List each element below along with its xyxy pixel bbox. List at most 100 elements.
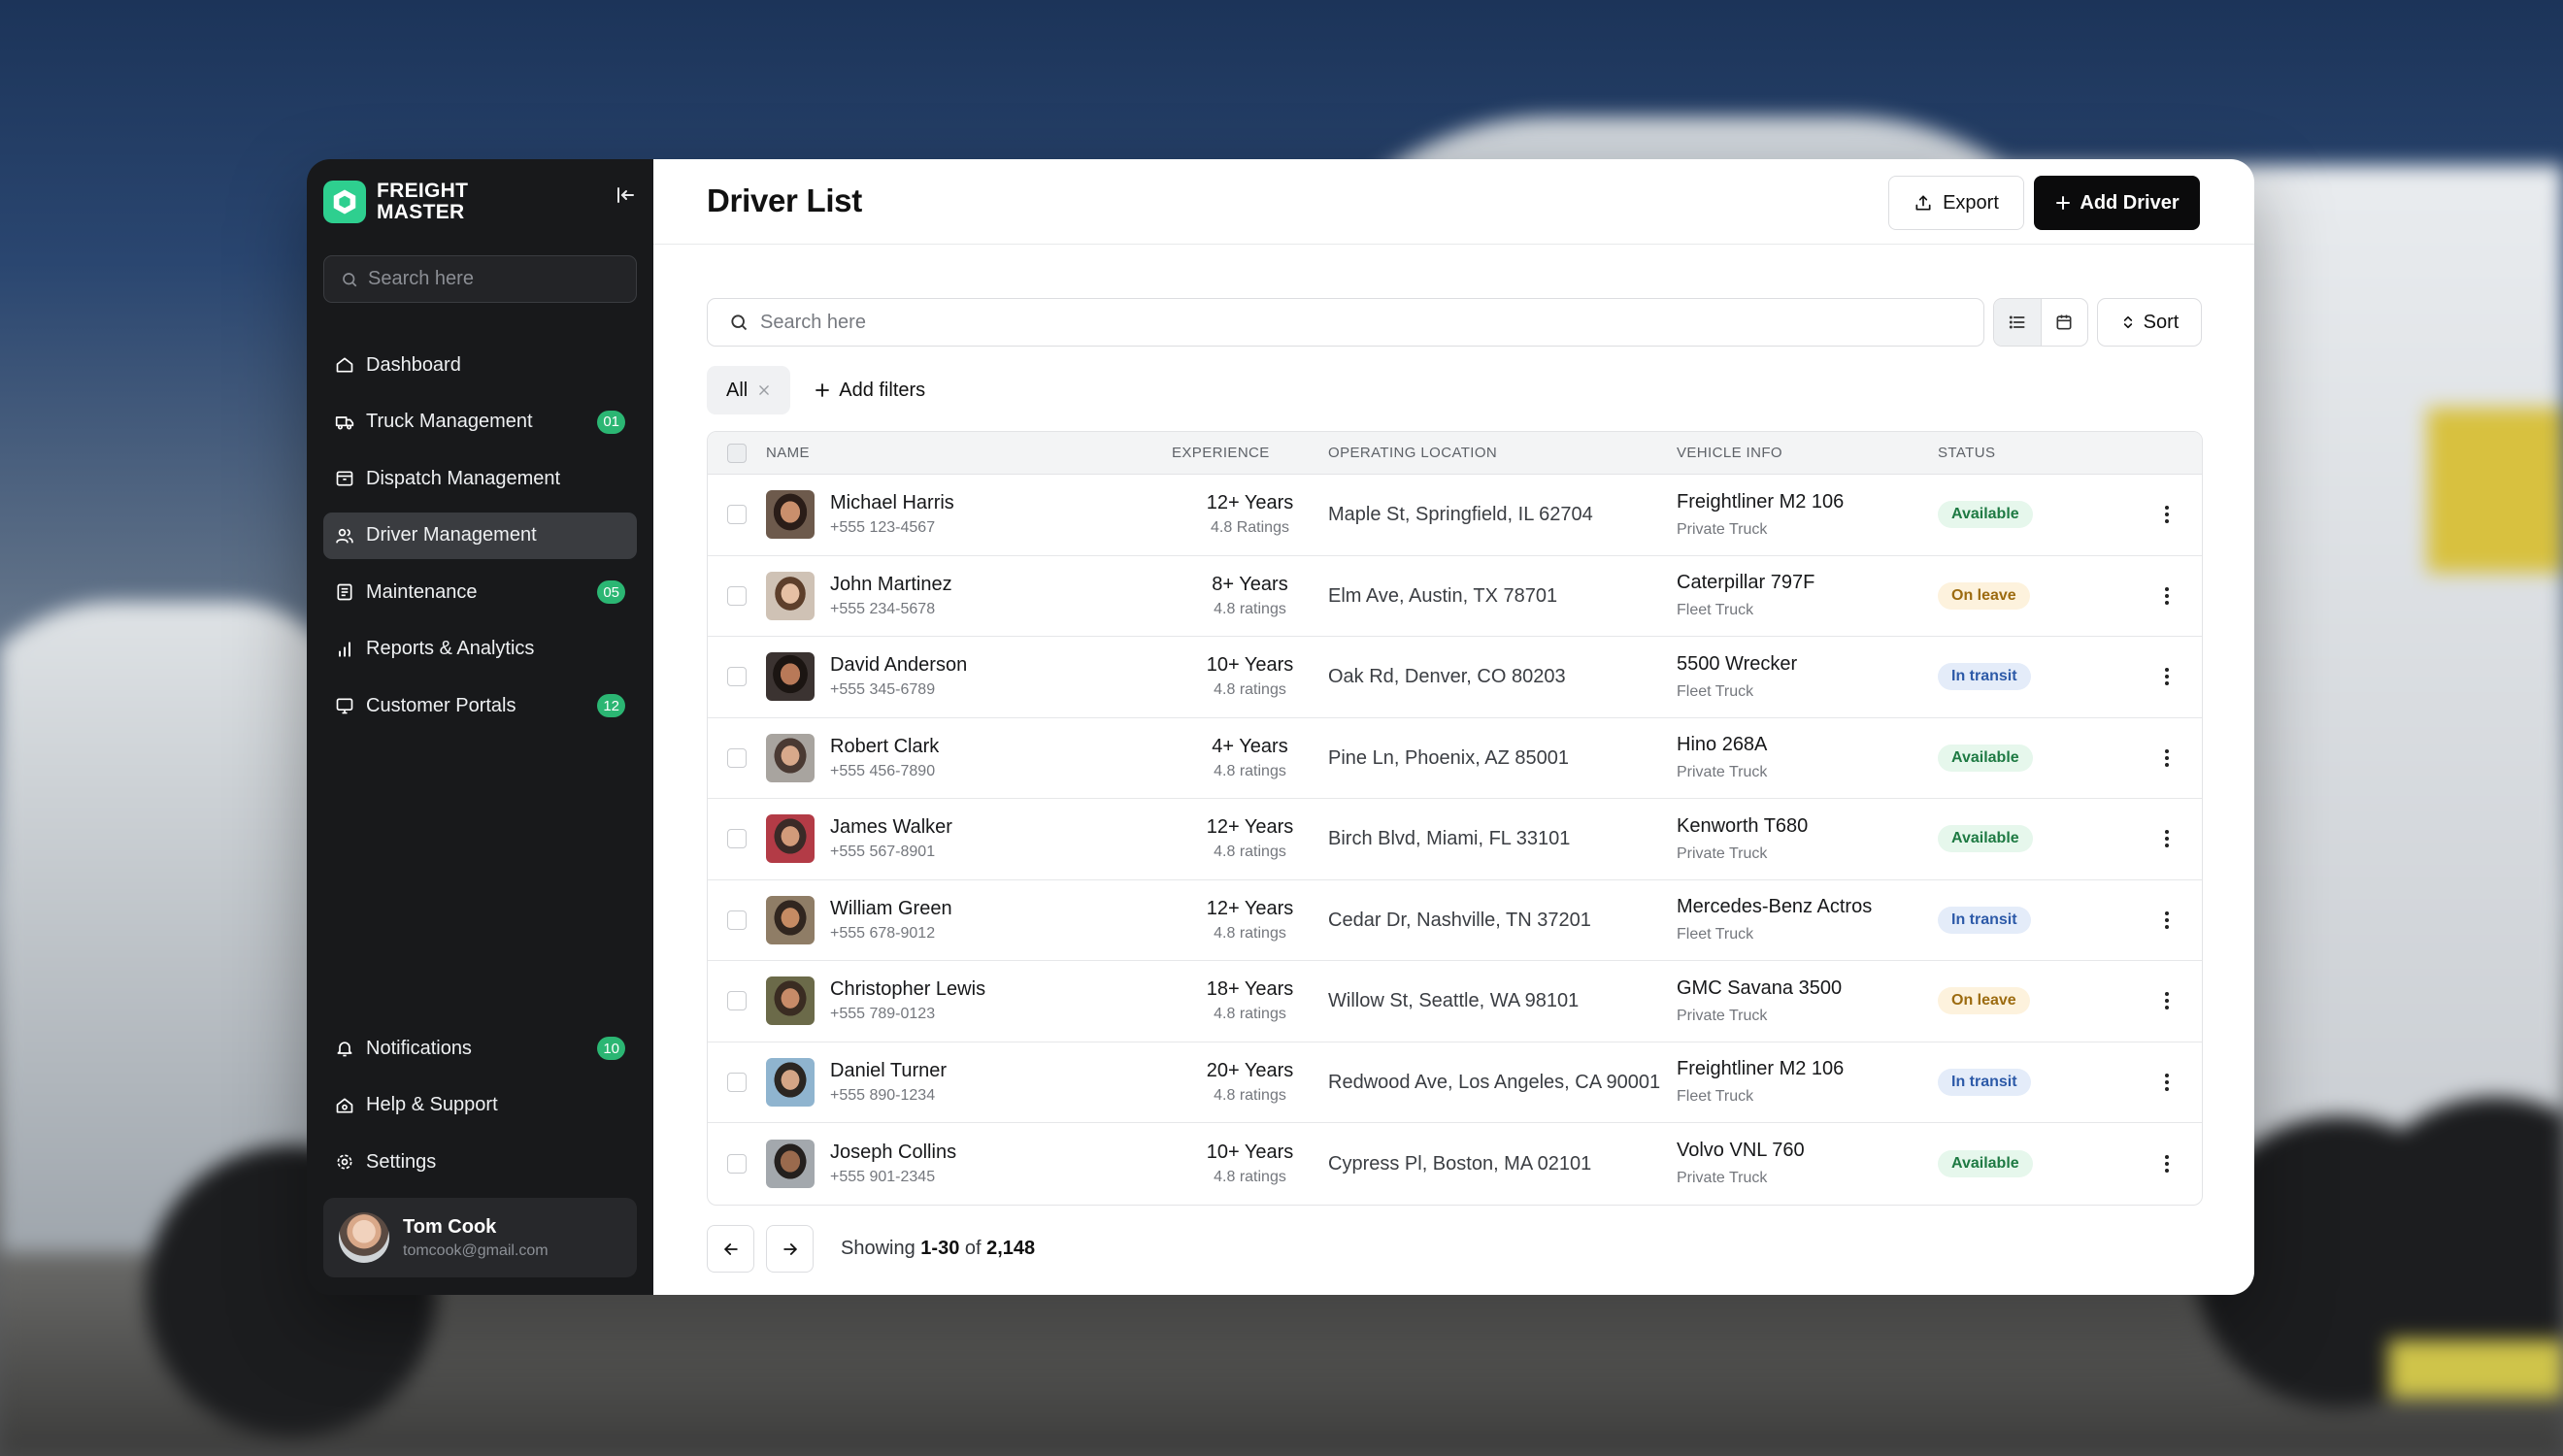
add-driver-button[interactable]: Add Driver (2034, 176, 2200, 230)
driver-photo (766, 490, 815, 540)
sidebar-item-maintenance[interactable]: Maintenance 05 (323, 569, 637, 615)
table-row[interactable]: Christopher Lewis +555 789-0123 18+ Years 4… (708, 961, 2202, 1042)
sidebar-item-driver-management[interactable]: Driver Management (323, 512, 637, 559)
column-header-name[interactable]: NAME (766, 445, 1172, 461)
row-actions-button[interactable] (2152, 662, 2181, 691)
sidebar-item-help-support[interactable]: Help & Support (323, 1082, 637, 1129)
add-filters-button[interactable]: Add filters (802, 366, 937, 414)
row-actions-button[interactable] (2152, 1068, 2181, 1097)
sort-button[interactable]: Sort (2097, 298, 2202, 347)
collapse-sidebar-button[interactable] (611, 181, 640, 210)
driver-name[interactable]: Joseph Collins (830, 1142, 956, 1164)
row-checkbox[interactable] (727, 585, 747, 606)
table-row[interactable]: William Green +555 678-9012 12+ Years 4.8 r… (708, 880, 2202, 961)
experience-years: 12+ Years (1206, 492, 1294, 514)
driver-phone: +555 789-0123 (830, 1006, 936, 1023)
home-icon (335, 355, 354, 375)
status-badge: Available (1938, 501, 2033, 529)
driver-name[interactable]: John Martinez (830, 574, 952, 596)
row-actions-button[interactable] (2152, 500, 2181, 529)
avatar (339, 1212, 389, 1263)
sidebar-item-label: Dispatch Management (366, 467, 561, 489)
column-header-location[interactable]: OPERATING LOCATION (1328, 445, 1677, 461)
row-checkbox[interactable] (727, 829, 747, 849)
table-row[interactable]: John Martinez +555 234-5678 8+ Years 4.8 ra… (708, 556, 2202, 637)
table-row[interactable]: David Anderson +555 345-6789 10+ Years 4.8 … (708, 637, 2202, 718)
sort-label: Sort (2143, 311, 2180, 333)
driver-search[interactable] (707, 298, 1984, 347)
sidebar-search[interactable] (323, 255, 637, 303)
sidebar-item-settings[interactable]: Settings (323, 1139, 637, 1185)
column-header-experience[interactable]: EXPERIENCE (1172, 445, 1328, 461)
filter-bar: All Add filters (707, 366, 937, 414)
row-checkbox[interactable] (727, 1072, 747, 1092)
sidebar: FREIGHT MASTER Dashboard Truck Managemen… (307, 159, 653, 1295)
driver-name[interactable]: Michael Harris (830, 492, 954, 514)
operating-location: Cedar Dr, Nashville, TN 37201 (1328, 909, 1591, 931)
driver-phone: +555 567-8901 (830, 844, 936, 861)
count-badge: 05 (597, 580, 625, 604)
driver-name[interactable]: William Green (830, 898, 952, 920)
driver-ratings: 4.8 ratings (1214, 844, 1286, 861)
sidebar-item-reports-analytics[interactable]: Reports & Analytics (323, 626, 637, 673)
table-row[interactable]: Michael Harris +555 123-4567 12+ Years 4.8 … (708, 475, 2202, 556)
sidebar-search-input[interactable] (368, 268, 630, 290)
sidebar-item-notifications[interactable]: Notifications 10 (323, 1025, 637, 1072)
row-actions-button[interactable] (2152, 744, 2181, 773)
row-checkbox[interactable] (727, 1153, 747, 1174)
next-page-button[interactable] (766, 1225, 814, 1273)
table-row[interactable]: Joseph Collins +555 901-2345 10+ Years 4.8 … (708, 1123, 2202, 1205)
row-checkbox[interactable] (727, 747, 747, 768)
driver-name[interactable]: Robert Clark (830, 736, 939, 758)
row-checkbox[interactable] (727, 667, 747, 687)
driver-name[interactable]: Christopher Lewis (830, 978, 985, 1001)
row-checkbox[interactable] (727, 991, 747, 1011)
sidebar-item-customer-portals[interactable]: Customer Portals 12 (323, 682, 637, 729)
row-actions-button[interactable] (2152, 581, 2181, 611)
export-button[interactable]: Export (1888, 176, 2024, 230)
vehicle-name: Freightliner M2 106 (1677, 1058, 1845, 1080)
status-badge: Available (1938, 744, 2033, 772)
select-all-checkbox[interactable] (727, 443, 747, 463)
driver-name[interactable]: David Anderson (830, 654, 967, 677)
sidebar-item-dispatch-management[interactable]: Dispatch Management (323, 455, 637, 502)
add-filters-label: Add filters (839, 379, 926, 401)
driver-name[interactable]: Daniel Turner (830, 1060, 947, 1082)
row-actions-button[interactable] (2152, 824, 2181, 853)
vehicle-type: Private Truck (1677, 844, 1768, 862)
calendar-view-button[interactable] (2042, 299, 2088, 346)
brand-name: FREIGHT MASTER (377, 181, 468, 223)
page-header: Driver List Export Add Driver (653, 159, 2254, 245)
status-badge: In transit (1938, 906, 2031, 934)
row-actions-button[interactable] (2152, 986, 2181, 1015)
table-row[interactable]: Robert Clark +555 456-7890 4+ Years 4.8 rat… (708, 718, 2202, 799)
row-checkbox[interactable] (727, 910, 747, 930)
column-header-status[interactable]: STATUS (1938, 445, 2132, 461)
column-header-vehicle[interactable]: VEHICLE INFO (1677, 445, 1938, 461)
close-icon[interactable] (757, 383, 771, 397)
driver-search-input[interactable] (760, 311, 1925, 334)
user-profile-card[interactable]: Tom Cook tomcook@gmail.com (323, 1198, 637, 1277)
vehicle-type: Fleet Truck (1677, 602, 1754, 619)
table-row[interactable]: James Walker +555 567-8901 12+ Years 4.8 ra… (708, 799, 2202, 880)
driver-ratings: 4.8 ratings (1214, 924, 1286, 942)
sidebar-item-label: Driver Management (366, 524, 537, 546)
sidebar-item-truck-management[interactable]: Truck Management 01 (323, 399, 637, 446)
sidebar-nav: Dashboard Truck Management 01 Dispatch M… (323, 342, 637, 740)
row-actions-button[interactable] (2152, 1149, 2181, 1178)
driver-name[interactable]: James Walker (830, 816, 952, 839)
vehicle-name: Kenworth T680 (1677, 814, 1809, 837)
sidebar-item-dashboard[interactable]: Dashboard (323, 342, 637, 388)
row-checkbox[interactable] (727, 505, 747, 525)
app-window: FREIGHT MASTER Dashboard Truck Managemen… (307, 159, 2254, 1295)
driver-phone: +555 234-5678 (830, 600, 936, 617)
row-actions-button[interactable] (2152, 906, 2181, 935)
list-view-button[interactable] (1994, 299, 2042, 346)
brand[interactable]: FREIGHT MASTER (323, 181, 468, 223)
table-row[interactable]: Daniel Turner +555 890-1234 20+ Years 4.8 r… (708, 1042, 2202, 1123)
driver-photo (766, 1139, 815, 1188)
previous-page-button[interactable] (707, 1225, 754, 1273)
filter-chip-all[interactable]: All (707, 366, 791, 414)
operating-location: Pine Ln, Phoenix, AZ 85001 (1328, 746, 1569, 769)
driver-photo (766, 652, 815, 702)
